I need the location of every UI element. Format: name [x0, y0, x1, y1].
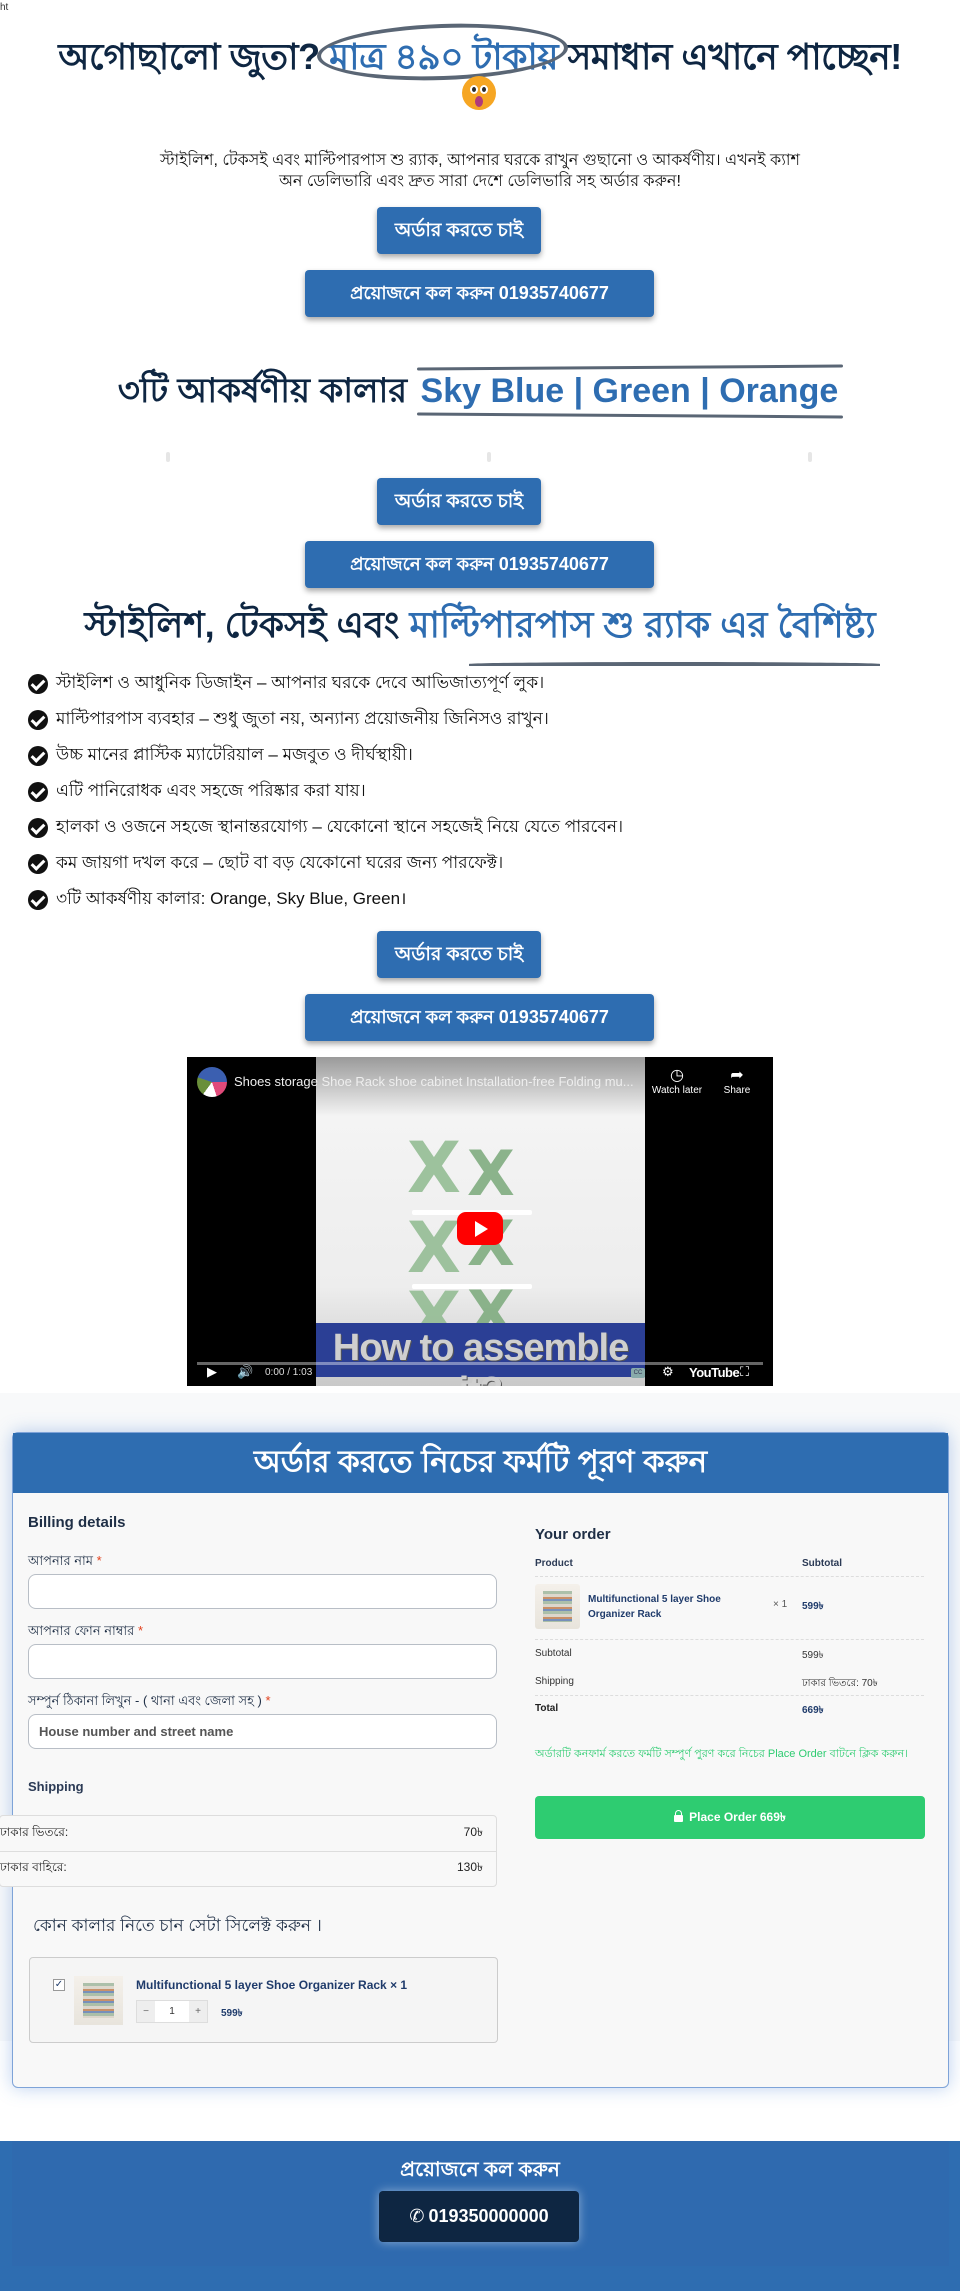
- form-header: অর্ডার করতে নিচের ফর্মটি পূরণ করুন: [13, 1433, 948, 1493]
- clock-icon: ◷: [670, 1067, 684, 1084]
- order-item-thumbnail: [535, 1584, 580, 1629]
- channel-avatar[interactable]: [197, 1067, 227, 1097]
- order-item-name: Multifunctional 5 layer Shoe Organizer R…: [588, 1594, 721, 1620]
- place-order-button[interactable]: Place Order 669৳: [535, 1796, 925, 1839]
- feature-item: স্টাইলিশ ও আধুনিক ডিজাইন – আপনার ঘরকে দে…: [28, 666, 623, 702]
- captions-icon[interactable]: CC: [631, 1368, 645, 1378]
- features-heading-text: স্টাইলিশ, টেকসই এবং: [84, 604, 400, 645]
- increase-quantity-button[interactable]: +: [189, 2001, 207, 2022]
- feature-item: উচ্চ মানের প্লাস্টিক ম্যাটেরিয়াল – মজবু…: [28, 738, 623, 774]
- checkout-form: অর্ডার করতে নিচের ফর্মটি পূরণ করুন Billi…: [0, 1432, 949, 2088]
- share-button[interactable]: ➦ Share: [707, 1067, 767, 1096]
- order-now-button-3[interactable]: অর্ডার করতে চাই: [377, 931, 541, 978]
- feature-item: ৩টি আকর্ষণীয় কালার: Orange, Sky Blue, G…: [28, 882, 623, 918]
- call-button-2[interactable]: প্রয়োজনে কল করুন 01935740677: [305, 541, 654, 588]
- product-selection: ✓ Multifunctional 5 layer Shoe Organizer…: [29, 1957, 498, 2043]
- subtotal-value: 599৳: [802, 1650, 824, 1661]
- phone-icon: ✆: [409, 2206, 425, 2226]
- features-list: স্টাইলিশ ও আধুনিক ডিজাইন – আপনার ঘরকে দে…: [28, 666, 623, 918]
- confirm-note: অর্ডারটি কনফার্ম করতে ফর্মটি সম্পুর্ণ পু…: [535, 1748, 909, 1760]
- volume-icon[interactable]: 🔊: [237, 1364, 253, 1380]
- feature-item: হালকা ও ওজনে সহজে স্থানান্তরযোগ্য – যেকো…: [28, 810, 623, 846]
- check-circle-icon: [28, 818, 48, 838]
- footer-title: প্রয়োজনে কল করুন: [400, 2159, 560, 2181]
- lock-icon: [674, 1810, 684, 1822]
- feature-item: এটি পানিরোধক এবং সহজে পরিষ্কার করা যায়।: [28, 774, 623, 810]
- name-label: আপনার নাম *: [28, 1553, 102, 1568]
- carousel-dot[interactable]: [166, 452, 170, 462]
- shipping-title: Shipping: [28, 1779, 84, 1794]
- shipping-label: Shipping: [535, 1676, 574, 1687]
- carousel-dot[interactable]: [808, 452, 812, 462]
- check-circle-icon: [28, 746, 48, 766]
- features-heading-highlight: মাল্টিপারপাস শু র‍্যাক এর বৈশিষ্ট্য: [409, 598, 880, 666]
- colors-heading-highlight: Sky Blue | Green | Orange: [417, 372, 843, 411]
- shipping-option-outside-dhaka[interactable]: ঢাকার বাহিরে: 130৳: [0, 1851, 496, 1886]
- carousel-dot[interactable]: [487, 452, 491, 462]
- shipping-options: ঢাকার ভিতরে: 70৳ ঢাকার বাহিরে: 130৳: [0, 1815, 497, 1887]
- video-controls: ▶ 🔊 0:00 / 1:03 CC ⚙ YouTube ⛶: [187, 1358, 773, 1386]
- color-select-title: কোন কালার নিতে চান সেটা সিলেক্ট করুন ।: [33, 1916, 322, 1935]
- youtube-video-embed[interactable]: X X X X X X How to assemble it? Shoes st…: [187, 1057, 773, 1386]
- phone-label: আপনার ফোন নাম্বার *: [28, 1623, 143, 1638]
- check-circle-icon: [28, 782, 48, 802]
- order-item-subtotal: 599৳: [802, 1601, 824, 1612]
- feature-item: মাল্টিপারপাস ব্যবহার – শুধু জুতা নয়, অন…: [28, 702, 623, 738]
- feature-item: কম জায়গা দখল করে – ছোট বা বড় যেকোনো ঘর…: [28, 846, 623, 882]
- features-heading: স্টাইলিশ, টেকসই এবং মাল্টিপারপাস শু র‍্য…: [0, 598, 960, 666]
- colors-heading-text: ৩টি আকর্ষণীয় কালার: [117, 372, 408, 410]
- footer: প্রয়োজনে কল করুন ✆ 019350000000: [0, 2141, 960, 2291]
- decrease-quantity-button[interactable]: −: [137, 2001, 155, 2022]
- phone-input[interactable]: [28, 1644, 497, 1679]
- subtotal-label: Subtotal: [535, 1648, 572, 1659]
- hero-title-highlight: মাত্র ৪৯০ টাকায়: [316, 19, 569, 90]
- shipping-option-inside-dhaka[interactable]: ঢাকার ভিতরে: 70৳: [0, 1816, 496, 1851]
- product-column-header: Product: [535, 1558, 573, 1569]
- total-label: Total: [535, 1703, 559, 1714]
- product-thumbnail: [74, 1976, 123, 2025]
- check-circle-icon: [28, 710, 48, 730]
- call-button[interactable]: প্রয়োজনে কল করুন 01935740677: [305, 270, 654, 317]
- address-label: সম্পুর্ন ঠিকানা লিখুন - ( থানা এবং জেলা …: [28, 1693, 271, 1708]
- quantity-input[interactable]: 1: [155, 2001, 189, 2022]
- check-circle-icon: [28, 674, 48, 694]
- product-name: Multifunctional 5 layer Shoe Organizer R…: [136, 1978, 408, 1992]
- colors-heading: ৩টি আকর্ষণীয় কালার Sky Blue | Green | O…: [0, 365, 960, 422]
- youtube-logo[interactable]: YouTube: [689, 1365, 740, 1380]
- video-title[interactable]: Shoes storage Shoe Rack shoe cabinet Ins…: [234, 1074, 634, 1089]
- fullscreen-icon[interactable]: ⛶: [740, 1364, 749, 1380]
- play-icon[interactable]: ▶: [207, 1364, 217, 1380]
- corner-text: ht: [0, 2, 9, 13]
- check-circle-icon: [28, 854, 48, 874]
- order-now-button[interactable]: অর্ডার করতে চাই: [377, 207, 541, 254]
- subtotal-column-header: Subtotal: [802, 1558, 842, 1569]
- shipping-value: ঢাকার ভিতরে: 70৳: [802, 1678, 878, 1689]
- order-now-button-2[interactable]: অর্ডার করতে চাই: [377, 478, 541, 525]
- settings-gear-icon[interactable]: ⚙: [662, 1364, 674, 1380]
- share-arrow-icon: ➦: [730, 1067, 744, 1084]
- call-button-3[interactable]: প্রয়োজনে কল করুন 01935740677: [305, 994, 654, 1041]
- hero-title-after: সমাধান এখানে পাচ্ছেন!: [567, 36, 903, 77]
- hero-lead-text: স্টাইলিশ, টেকসই এবং মাল্টিপারপাস শু র‍্য…: [160, 152, 800, 190]
- address-input[interactable]: [28, 1714, 497, 1749]
- quantity-stepper: − 1 +: [136, 2000, 208, 2023]
- product-price: 599৳: [221, 2008, 243, 2019]
- billing-details-title: Billing details: [28, 1514, 126, 1531]
- your-order-title: Your order: [535, 1526, 611, 1543]
- hero-title-before: অগোছালো জুতা?: [58, 36, 320, 77]
- footer-call-button[interactable]: ✆ 019350000000: [379, 2191, 579, 2242]
- watch-later-button[interactable]: ◷ Watch later: [647, 1067, 707, 1096]
- total-value: 669৳: [802, 1705, 824, 1716]
- astonished-face-emoji-icon: [462, 76, 496, 110]
- video-time: 0:00 / 1:03: [265, 1367, 313, 1378]
- name-input[interactable]: [28, 1574, 497, 1609]
- order-item-qty: × 1: [773, 1599, 788, 1610]
- product-checkbox[interactable]: ✓: [53, 1979, 65, 1991]
- check-circle-icon: [28, 890, 48, 910]
- play-button-icon[interactable]: [457, 1212, 503, 1245]
